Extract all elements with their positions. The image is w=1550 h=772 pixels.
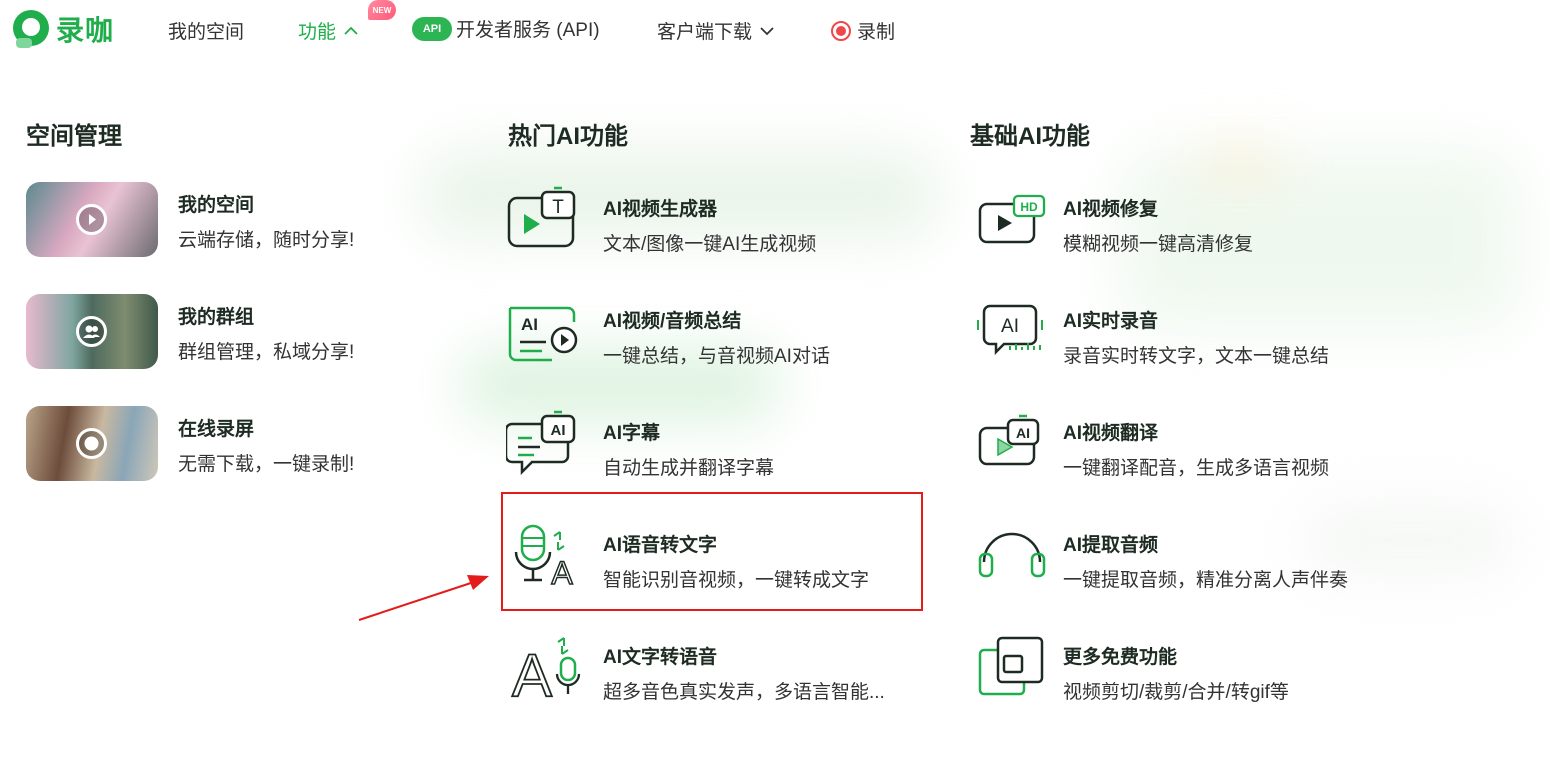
top-navigation: 录咖 我的空间 功能 NEW API 开发者服务 (API) 客户端下载 录制 bbox=[0, 0, 1550, 58]
nav-record[interactable]: 录制 bbox=[831, 17, 895, 44]
space-item-desc: 云端存储，随时分享! bbox=[178, 230, 355, 251]
svg-text:HD: HD bbox=[1020, 200, 1038, 214]
ai-summary-icon: AI bbox=[506, 298, 582, 368]
nav-my-space[interactable]: 我的空间 bbox=[168, 17, 244, 44]
hot-item-desc: 自动生成并翻译字幕 bbox=[603, 458, 775, 479]
hd-video-icon: HD bbox=[976, 186, 1052, 256]
nav-features[interactable]: 功能 bbox=[298, 17, 358, 44]
brand-logo[interactable]: 录咖 bbox=[10, 8, 114, 50]
basic-item-title: AI视频翻译 bbox=[1063, 423, 1159, 444]
hot-item-ai-summary[interactable]: AI AI视频/音频总结 一键总结，与音视频AI对话 bbox=[506, 298, 926, 388]
brand-name: 录咖 bbox=[56, 15, 115, 46]
new-badge: NEW bbox=[368, 0, 396, 20]
section-title-hot-ai: 热门AI功能 bbox=[508, 123, 628, 150]
basic-item-title: AI视频修复 bbox=[1063, 199, 1159, 220]
nav-developer-label: 开发者服务 (API) bbox=[456, 20, 600, 41]
my-space-thumbnail bbox=[26, 182, 158, 257]
text-to-speech-icon: A bbox=[506, 634, 582, 710]
svg-text:AI: AI bbox=[521, 315, 538, 334]
hot-item-title: AI视频生成器 bbox=[603, 199, 718, 220]
hot-item-ai-subtitle[interactable]: AI AI字幕 自动生成并翻译字幕 bbox=[504, 410, 926, 500]
basic-item-more-tools[interactable]: 更多免费功能 视频剪切/裁剪/合并/转gif等 bbox=[976, 634, 1416, 724]
nav-download[interactable]: 客户端下载 bbox=[657, 17, 774, 44]
red-arrow-annotation bbox=[358, 575, 489, 621]
chevron-down-icon bbox=[760, 20, 774, 42]
section-title-space: 空间管理 bbox=[26, 123, 122, 150]
nav-download-label: 客户端下载 bbox=[657, 22, 753, 43]
basic-item-realtime-recording[interactable]: AI AI实时录音 录音实时转文字，文本一键总结 bbox=[976, 298, 1416, 388]
basic-item-desc: 一键提取音频，精准分离人声伴奏 bbox=[1063, 570, 1349, 591]
space-item-title: 我的空间 bbox=[178, 195, 255, 216]
space-item-title: 我的群组 bbox=[178, 307, 255, 328]
svg-text:T: T bbox=[552, 197, 564, 218]
svg-text:AI: AI bbox=[551, 422, 566, 439]
hot-item-title: AI视频/音频总结 bbox=[603, 311, 742, 332]
chevron-up-icon bbox=[344, 20, 358, 42]
space-item-my-group[interactable]: 我的群组 群组管理，私域分享! bbox=[26, 294, 446, 384]
record-circle-icon bbox=[76, 428, 107, 459]
nav-record-label: 录制 bbox=[857, 22, 896, 43]
more-tools-icon bbox=[976, 634, 1052, 704]
play-icon bbox=[76, 204, 107, 235]
hot-item-desc: 文本/图像一键AI生成视频 bbox=[603, 234, 817, 255]
basic-item-title: AI提取音频 bbox=[1063, 535, 1159, 556]
space-item-online-recording[interactable]: 在线录屏 无需下载，一键录制! bbox=[26, 406, 446, 496]
basic-item-video-repair[interactable]: HD AI视频修复 模糊视频一键高清修复 bbox=[976, 186, 1416, 276]
hot-item-desc: 一键总结，与音视频AI对话 bbox=[603, 346, 830, 367]
svg-text:AI: AI bbox=[1001, 316, 1019, 337]
realtime-record-icon: AI bbox=[976, 298, 1052, 368]
space-item-desc: 无需下载，一键录制! bbox=[178, 454, 355, 475]
online-recording-thumbnail bbox=[26, 406, 158, 481]
ai-subtitle-icon: AI bbox=[504, 410, 582, 480]
basic-item-desc: 录音实时转文字，文本一键总结 bbox=[1063, 346, 1330, 367]
nav-features-label: 功能 bbox=[298, 22, 337, 43]
hot-item-title: AI文字转语音 bbox=[603, 647, 718, 668]
hot-item-text-to-speech[interactable]: A AI文字转语音 超多音色真实发声，多语言智能... bbox=[506, 634, 926, 724]
headphones-icon bbox=[976, 522, 1052, 592]
basic-item-title: 更多免费功能 bbox=[1063, 647, 1178, 668]
hot-item-title: AI字幕 bbox=[603, 423, 661, 444]
basic-item-title: AI实时录音 bbox=[1063, 311, 1159, 332]
my-group-thumbnail bbox=[26, 294, 158, 369]
api-cloud-icon: API bbox=[412, 16, 452, 41]
basic-item-desc: 视频剪切/裁剪/合并/转gif等 bbox=[1063, 682, 1289, 703]
record-icon bbox=[831, 20, 851, 41]
section-title-basic-ai: 基础AI功能 bbox=[970, 123, 1090, 150]
svg-text:A: A bbox=[512, 642, 552, 704]
basic-item-desc: 一键翻译配音，生成多语言视频 bbox=[1063, 458, 1330, 479]
ai-video-generator-icon: T bbox=[506, 186, 582, 256]
basic-item-video-translate[interactable]: AI AI视频翻译 一键翻译配音，生成多语言视频 bbox=[976, 410, 1416, 500]
logo-icon bbox=[10, 8, 52, 50]
basic-item-desc: 模糊视频一键高清修复 bbox=[1063, 234, 1254, 255]
basic-item-extract-audio[interactable]: AI提取音频 一键提取音频，精准分离人声伴奏 bbox=[976, 522, 1416, 612]
group-icon bbox=[76, 316, 107, 347]
video-translate-icon: AI bbox=[976, 410, 1052, 480]
hot-item-desc: 超多音色真实发声，多语言智能... bbox=[603, 682, 885, 703]
svg-text:AI: AI bbox=[1016, 425, 1030, 441]
space-item-my-space[interactable]: 我的空间 云端存储，随时分享! bbox=[26, 182, 446, 272]
space-item-title: 在线录屏 bbox=[178, 419, 255, 440]
nav-developer-api[interactable]: API 开发者服务 (API) bbox=[412, 15, 600, 42]
space-item-desc: 群组管理，私域分享! bbox=[178, 342, 355, 363]
highlight-box bbox=[501, 492, 923, 611]
hot-item-ai-video-generator[interactable]: T AI视频生成器 文本/图像一键AI生成视频 bbox=[506, 186, 926, 276]
